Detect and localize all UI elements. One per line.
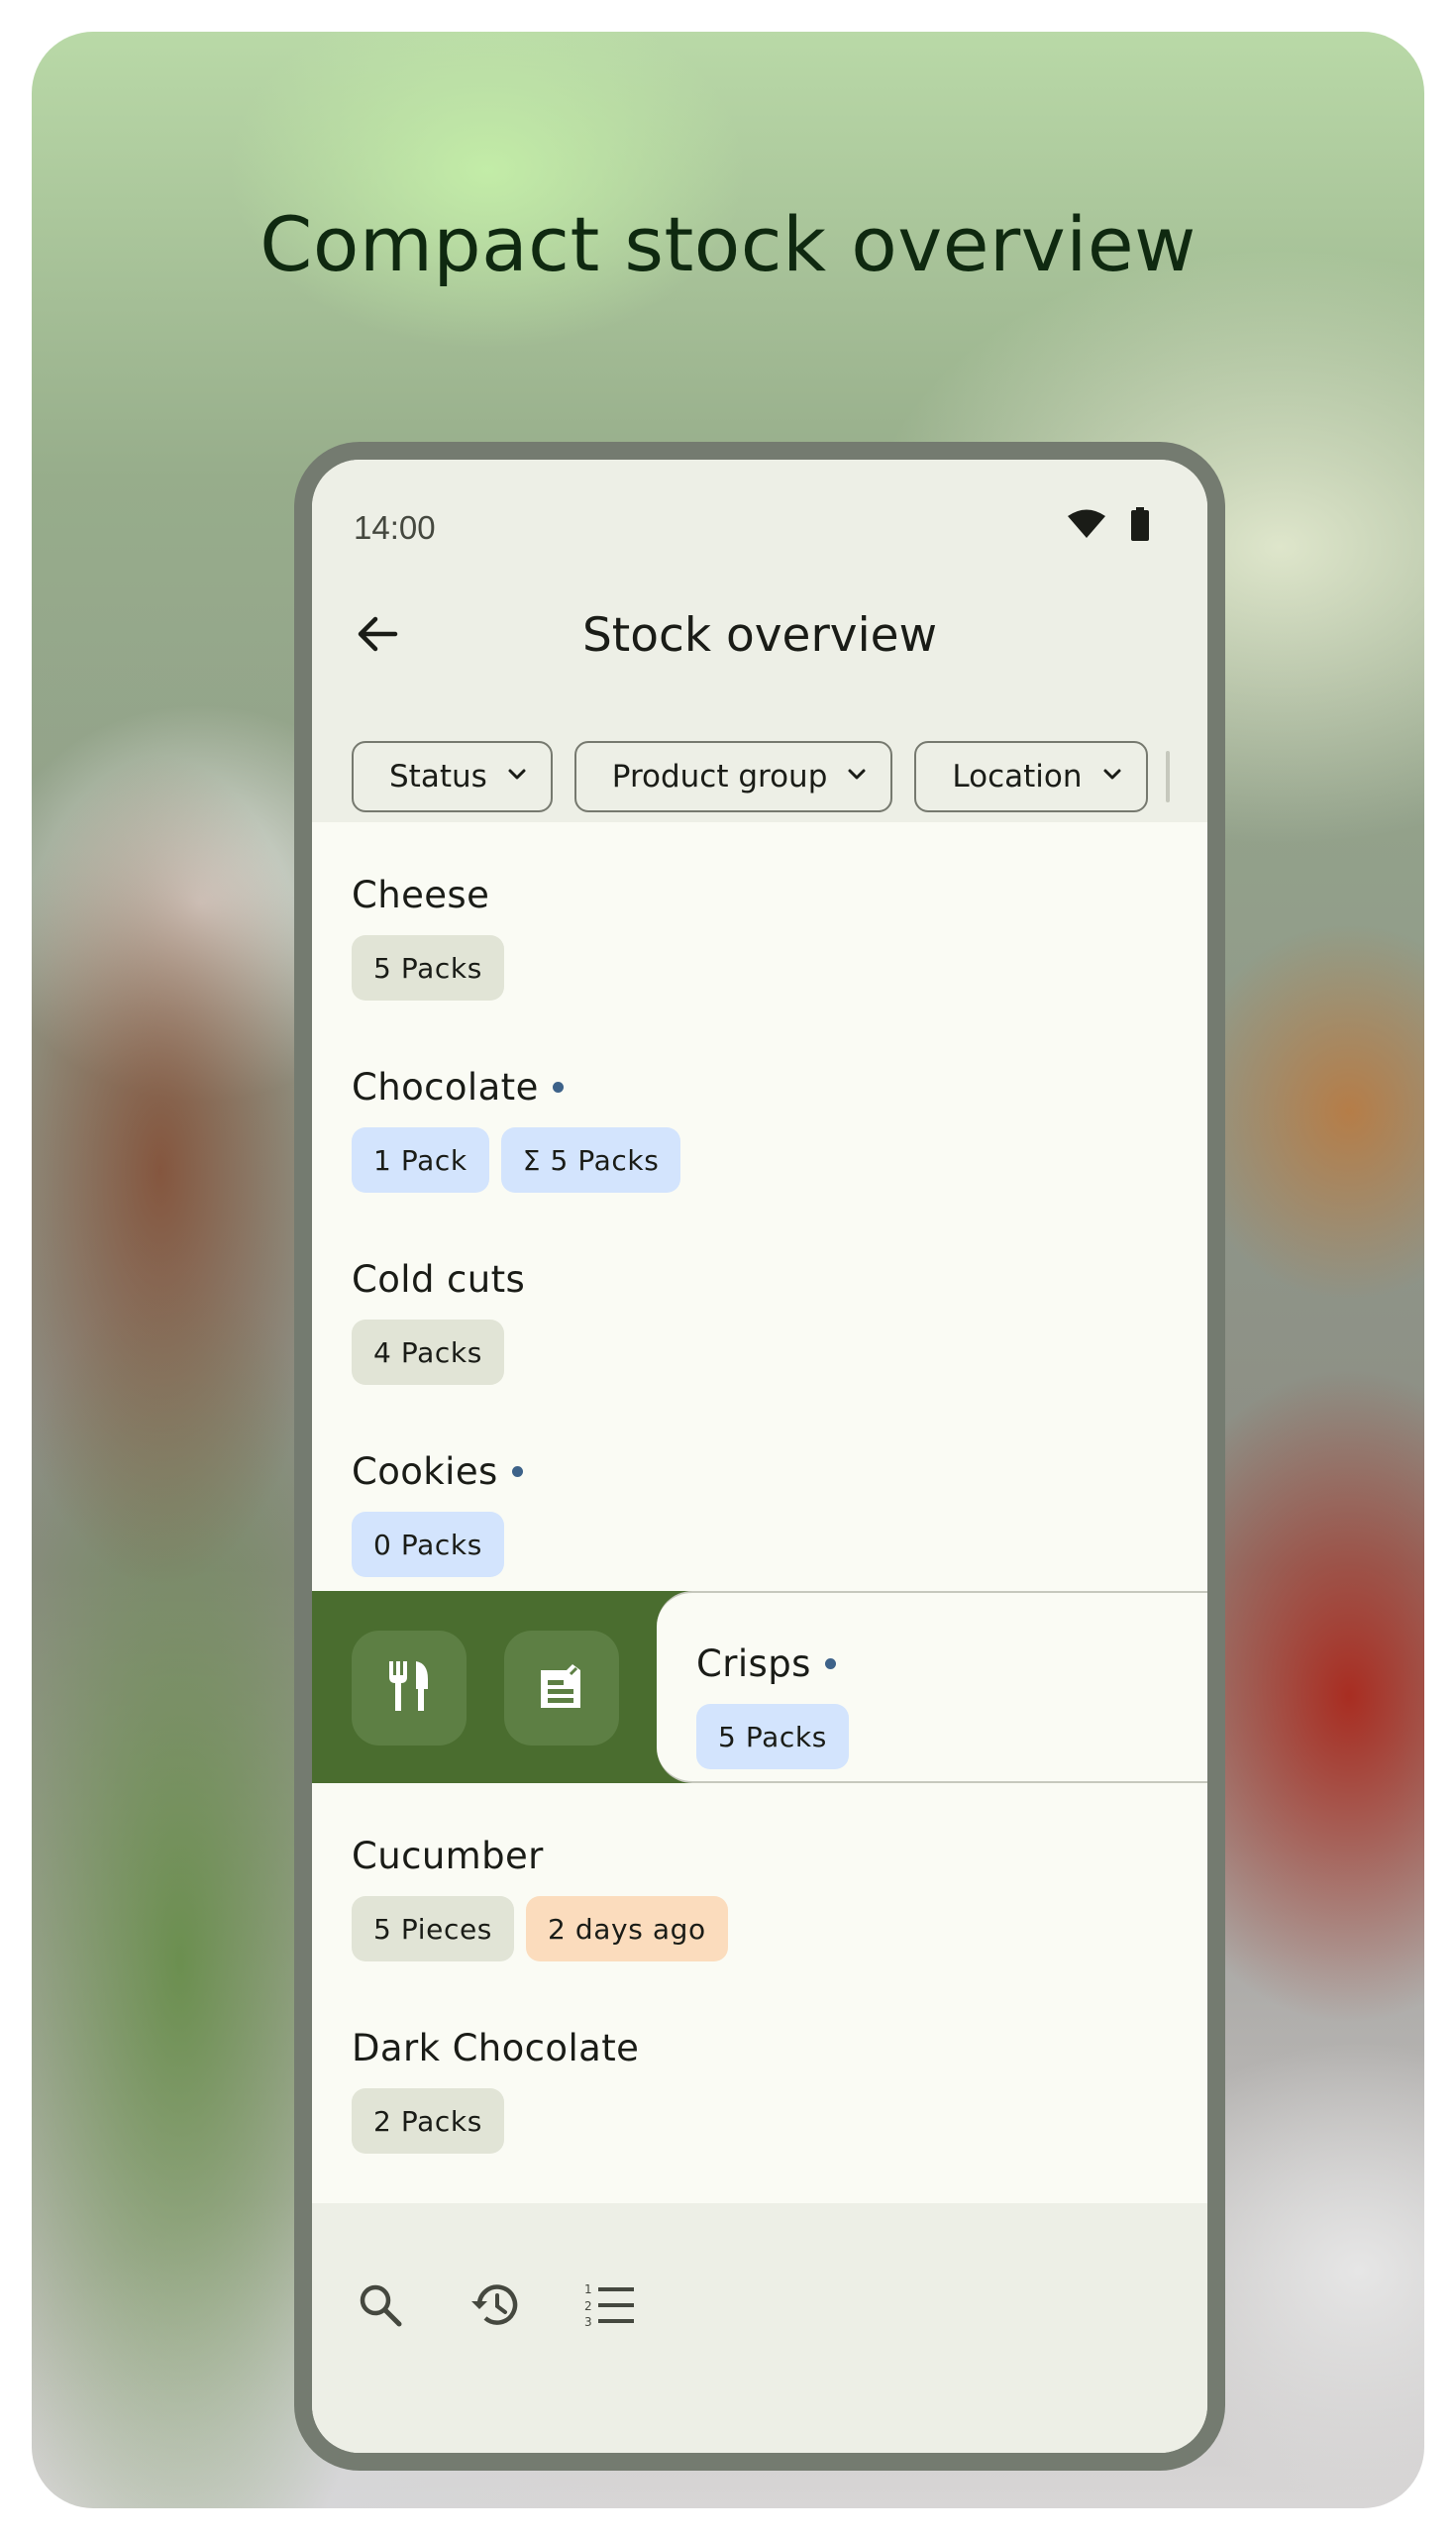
item-name: Cookies — [352, 1450, 523, 1493]
item-name: Crisps — [696, 1642, 836, 1685]
filter-chip-product-group[interactable]: Product group — [573, 741, 893, 812]
open-icon — [537, 1660, 586, 1717]
item-name-text: Cold cuts — [352, 1258, 526, 1301]
chevron-down-icon — [845, 759, 869, 794]
item-name: Dark Chocolate — [352, 2027, 639, 2069]
item-badges: 5 Packs — [696, 1704, 849, 1769]
consume-button[interactable] — [352, 1631, 467, 1746]
list-item[interactable]: Chocolate 1 Pack Σ 5 Packs — [312, 1014, 1207, 1207]
history-icon — [469, 2281, 521, 2334]
amount-badge: 4 Packs — [352, 1320, 504, 1385]
amount-badge: 5 Pieces — [352, 1896, 514, 1961]
chevron-down-icon — [505, 759, 529, 794]
stock-list: Cheese 5 Packs Chocolate 1 Pack Σ 5 Pack… — [312, 822, 1207, 2168]
item-badges: 2 Packs — [352, 2088, 504, 2154]
consume-icon — [384, 1659, 434, 1718]
item-name-text: Cucumber — [352, 1835, 544, 1877]
status-time: 14:00 — [354, 509, 436, 546]
item-name-text: Cookies — [352, 1450, 498, 1493]
svg-text:3: 3 — [584, 2315, 592, 2328]
phone-screen: 14:00 Stock overview Status Product grou… — [312, 460, 1207, 2453]
swiped-list-item: Crisps 5 Packs — [312, 1591, 1207, 1783]
item-name: Chocolate — [352, 1066, 564, 1109]
opened-dot-icon — [552, 1082, 564, 1093]
list-item[interactable]: Crisps 5 Packs — [657, 1591, 1207, 1783]
chip-label: Product group — [611, 759, 828, 794]
wifi-icon — [1067, 509, 1106, 544]
item-name-text: Chocolate — [352, 1066, 539, 1109]
chip-label: Status — [389, 759, 487, 794]
item-badges: 5 Pieces 2 days ago — [352, 1896, 728, 1961]
bottom-bar: 1 2 3 — [312, 2203, 1207, 2453]
svg-text:1: 1 — [584, 2282, 592, 2296]
amount-badge: 5 Packs — [696, 1704, 849, 1769]
chip-overflow-edge — [1165, 751, 1170, 802]
search-icon — [358, 2282, 403, 2333]
amount-badge: 5 Packs — [352, 935, 504, 1001]
amount-badge: 1 Pack — [352, 1127, 489, 1193]
status-icons — [1067, 507, 1150, 546]
item-name: Cold cuts — [352, 1258, 525, 1301]
svg-text:2: 2 — [584, 2299, 592, 2313]
battery-icon — [1130, 507, 1150, 546]
history-button[interactable] — [467, 2278, 524, 2336]
filter-chip-location[interactable]: Location — [914, 741, 1148, 812]
item-name-text: Dark Chocolate — [352, 2027, 640, 2069]
opened-dot-icon — [511, 1466, 523, 1477]
top-bar: 14:00 Stock overview Status Product grou… — [312, 460, 1207, 822]
opened-dot-icon — [824, 1658, 836, 1669]
promo-card: Compact stock overview 14:00 Stock overv… — [32, 32, 1424, 2508]
item-name-text: Cheese — [352, 874, 490, 916]
amount-badge: 2 Packs — [352, 2088, 504, 2154]
item-badges: 5 Packs — [352, 935, 504, 1001]
open-button[interactable] — [504, 1631, 619, 1746]
list-button[interactable]: 1 2 3 — [581, 2278, 639, 2336]
item-badges: 4 Packs — [352, 1320, 504, 1385]
list-item[interactable]: Cold cuts 4 Packs — [312, 1207, 1207, 1399]
item-badges: 0 Packs — [352, 1512, 504, 1577]
list-item[interactable]: Dark Chocolate 2 Packs — [312, 1975, 1207, 2168]
page-title: Stock overview — [581, 608, 938, 663]
phone-frame: 14:00 Stock overview Status Product grou… — [294, 442, 1225, 2471]
list-item[interactable]: Cheese 5 Packs — [312, 822, 1207, 1014]
list-item[interactable]: Cucumber 5 Pieces 2 days ago — [312, 1783, 1207, 1975]
chip-label: Location — [952, 759, 1083, 794]
due-date-badge: 2 days ago — [526, 1896, 728, 1961]
item-name-text: Crisps — [696, 1642, 811, 1685]
item-name: Cucumber — [352, 1835, 544, 1877]
list-item[interactable]: Cookies 0 Packs — [312, 1399, 1207, 1591]
item-name: Cheese — [352, 874, 489, 916]
list-numbered-icon: 1 2 3 — [584, 2282, 636, 2333]
aggregated-amount-badge: Σ 5 Packs — [500, 1127, 681, 1193]
filter-chips: Status Product group Location — [352, 739, 1170, 814]
filter-chip-status[interactable]: Status — [352, 741, 553, 812]
bottom-nav: 1 2 3 — [352, 2278, 639, 2336]
chevron-down-icon — [1100, 759, 1124, 794]
item-badges: 1 Pack Σ 5 Packs — [352, 1127, 681, 1193]
swipe-actions — [352, 1631, 619, 1746]
search-button[interactable] — [352, 2278, 409, 2336]
amount-badge: 0 Packs — [352, 1512, 504, 1577]
headline: Compact stock overview — [260, 200, 1196, 288]
